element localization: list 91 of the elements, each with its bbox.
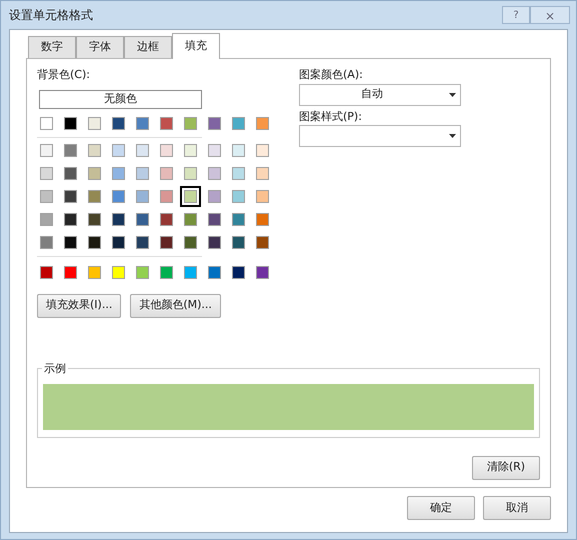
color-swatch[interactable] (136, 116, 149, 130)
help-button[interactable]: ? (502, 6, 530, 24)
pattern-style-dropdown[interactable] (299, 125, 461, 147)
color-swatch[interactable] (112, 236, 125, 248)
color-swatch[interactable] (40, 116, 53, 130)
color-swatch[interactable] (112, 116, 125, 130)
ok-button[interactable]: 确定 (407, 496, 475, 520)
close-button[interactable]: × (530, 6, 570, 24)
swatch-frame[interactable] (180, 186, 201, 206)
tab[interactable]: 填充 (172, 33, 220, 59)
color-swatch[interactable] (40, 266, 53, 278)
color-swatch[interactable] (40, 236, 53, 248)
color-swatch[interactable] (256, 236, 269, 248)
color-swatch[interactable] (208, 144, 221, 156)
color-swatch[interactable] (64, 190, 77, 202)
color-swatch[interactable] (184, 116, 197, 130)
color-swatch[interactable] (184, 236, 197, 248)
fill-effects-button[interactable]: 填充效果(I)... (37, 294, 122, 318)
color-swatch[interactable] (208, 266, 221, 278)
color-swatch[interactable] (232, 236, 245, 248)
color-swatch[interactable] (136, 212, 149, 226)
color-swatch[interactable] (88, 166, 101, 180)
cancel-button[interactable]: 取消 (483, 496, 551, 520)
color-swatch[interactable] (64, 116, 77, 130)
color-swatch[interactable] (64, 144, 77, 156)
tab[interactable]: 边框 (124, 36, 172, 58)
color-swatch[interactable] (160, 266, 173, 278)
color-swatch[interactable] (208, 212, 221, 226)
color-swatch[interactable] (256, 116, 269, 130)
color-swatch[interactable] (232, 212, 245, 226)
color-swatch[interactable] (88, 212, 101, 226)
color-swatch[interactable] (208, 236, 221, 248)
color-swatch[interactable] (256, 190, 269, 202)
color-swatch[interactable] (136, 144, 149, 156)
color-swatch[interactable] (64, 266, 77, 278)
color-swatch[interactable] (112, 166, 125, 180)
color-swatch[interactable] (160, 190, 173, 202)
color-swatch[interactable] (208, 190, 221, 202)
tab[interactable]: 字体 (76, 36, 124, 58)
color-swatch[interactable] (256, 212, 269, 226)
color-swatch[interactable] (64, 236, 77, 248)
pattern-color-dropdown[interactable]: 自动 (299, 84, 461, 106)
color-swatch[interactable] (88, 190, 101, 202)
color-swatch[interactable] (160, 236, 173, 248)
color-swatch[interactable] (136, 190, 149, 202)
color-swatch[interactable] (184, 190, 197, 202)
color-swatch[interactable] (88, 144, 101, 156)
pattern-style-label: 图案样式(P): (299, 108, 363, 124)
color-swatch[interactable] (40, 144, 53, 156)
color-swatch[interactable] (232, 116, 245, 130)
color-swatch[interactable] (256, 166, 269, 180)
more-colors-button[interactable]: 其他颜色(M)... (130, 294, 221, 318)
color-swatch[interactable] (256, 266, 269, 278)
color-swatch[interactable] (136, 166, 149, 180)
color-swatch[interactable] (64, 212, 77, 226)
dropdown-arrow-icon (448, 92, 456, 96)
no-color-button[interactable]: 无颜色 (39, 90, 202, 108)
color-swatch[interactable] (64, 166, 77, 180)
color-swatch[interactable] (136, 236, 149, 248)
color-swatch[interactable] (160, 166, 173, 180)
color-swatch[interactable] (208, 166, 221, 180)
clear-button[interactable]: 清除(R) (472, 456, 540, 480)
color-swatch[interactable] (88, 116, 101, 130)
color-swatch[interactable] (40, 166, 53, 180)
color-swatch[interactable] (160, 212, 173, 226)
color-swatch[interactable] (184, 266, 197, 278)
color-swatch[interactable] (232, 144, 245, 156)
color-swatch[interactable] (160, 144, 173, 156)
color-swatch[interactable] (40, 190, 53, 202)
color-swatch[interactable] (160, 116, 173, 130)
color-swatch[interactable] (184, 212, 197, 226)
color-swatch[interactable] (112, 212, 125, 226)
color-swatch[interactable] (112, 190, 125, 202)
window-title: 设置单元格格式 (9, 7, 94, 24)
color-swatch[interactable] (184, 166, 197, 180)
color-swatch[interactable] (40, 212, 53, 226)
color-swatch[interactable] (88, 266, 101, 278)
pattern-color-label: 图案颜色(A): (299, 67, 364, 83)
tab[interactable]: 数字 (28, 36, 76, 58)
dropdown-arrow-icon (448, 134, 456, 138)
color-swatch[interactable] (256, 144, 269, 156)
color-swatch[interactable] (232, 266, 245, 278)
color-swatch[interactable] (136, 266, 149, 278)
color-swatch[interactable] (184, 144, 197, 156)
color-swatch[interactable] (232, 190, 245, 202)
color-swatch[interactable] (112, 144, 125, 156)
color-swatch[interactable] (208, 116, 221, 130)
color-swatch[interactable] (112, 266, 125, 278)
color-swatch[interactable] (232, 166, 245, 180)
background-color-label: 背景色(C): (37, 67, 91, 83)
color-swatch[interactable] (88, 236, 101, 248)
